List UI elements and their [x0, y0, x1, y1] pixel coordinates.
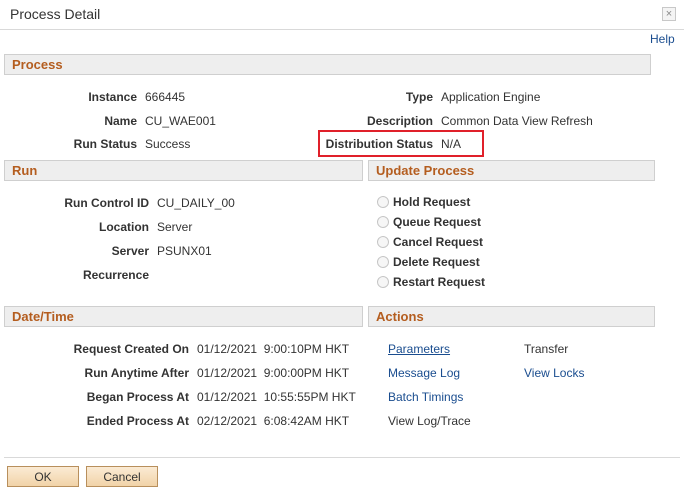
cancel-request-radio[interactable]: Cancel Request — [377, 235, 483, 249]
restart-request-label: Restart Request — [393, 275, 486, 289]
began-process-value: 01/12/2021 10:55:55PM HKT — [197, 390, 356, 404]
distribution-status-value: N/A — [441, 137, 462, 151]
instance-value: 666445 — [145, 90, 186, 104]
actions-section-header: Actions — [368, 306, 655, 327]
location-label: Location — [99, 220, 149, 234]
ended-process-value: 02/12/2021 6:08:42AM HKT — [197, 414, 350, 428]
location-value: Server — [157, 220, 193, 234]
name-value: CU_WAE001 — [145, 114, 216, 128]
run-anytime-label: Run Anytime After — [84, 366, 189, 380]
radio-circle[interactable] — [377, 256, 389, 268]
type-label: Type — [405, 90, 433, 104]
radio-circle[interactable] — [377, 276, 389, 288]
run-control-value: CU_DAILY_00 — [157, 196, 235, 210]
update-process-section-header: Update Process — [368, 160, 655, 181]
description-value: Common Data View Refresh — [441, 114, 593, 128]
hold-request-radio[interactable]: Hold Request — [377, 195, 470, 209]
help-link[interactable]: Help — [650, 32, 675, 46]
queue-request-label: Queue Request — [393, 215, 482, 229]
queue-request-radio[interactable]: Queue Request — [377, 215, 481, 229]
radio-circle[interactable] — [377, 216, 389, 228]
description-label: Description — [366, 114, 433, 128]
close-icon[interactable]: × — [662, 7, 676, 21]
name-label: Name — [104, 114, 137, 128]
datetime-section-header: Date/Time — [4, 306, 363, 327]
request-created-label: Request Created On — [73, 342, 189, 356]
radio-circle[interactable] — [377, 196, 389, 208]
request-created-value: 01/12/2021 9:00:10PM HKT — [197, 342, 350, 356]
cancel-request-label: Cancel Request — [393, 235, 484, 249]
server-label: Server — [111, 244, 149, 258]
recurrence-label: Recurrence — [82, 268, 149, 282]
restart-request-radio[interactable]: Restart Request — [377, 275, 485, 289]
view-locks-link[interactable]: View Locks — [524, 366, 584, 380]
delete-request-label: Delete Request — [393, 255, 480, 269]
delete-request-radio[interactable]: Delete Request — [377, 255, 480, 269]
run-status-value: Success — [145, 137, 191, 151]
distribution-status-label: Distribution Status — [325, 137, 433, 151]
ended-process-label: Ended Process At — [86, 414, 189, 428]
batch-timings-link[interactable]: Batch Timings — [388, 390, 463, 404]
run-status-label: Run Status — [73, 137, 137, 151]
run-anytime-value: 01/12/2021 9:00:00PM HKT — [197, 366, 350, 380]
type-value: Application Engine — [441, 90, 541, 104]
ok-button[interactable]: OK — [7, 466, 79, 487]
window-title: Process Detail — [10, 6, 101, 22]
process-section-header: Process — [4, 54, 651, 75]
began-process-label: Began Process At — [86, 390, 189, 404]
message-log-link[interactable]: Message Log — [388, 366, 460, 380]
run-section-header: Run — [4, 160, 363, 181]
run-control-label: Run Control ID — [64, 196, 149, 210]
parameters-link[interactable]: Parameters — [388, 342, 450, 356]
radio-circle[interactable] — [377, 236, 389, 248]
hold-request-label: Hold Request — [393, 195, 471, 209]
transfer-text: Transfer — [524, 342, 569, 356]
cancel-button[interactable]: Cancel — [86, 466, 158, 487]
bottom-divider — [4, 457, 680, 458]
server-value: PSUNX01 — [157, 244, 212, 258]
view-log-trace-text: View Log/Trace — [388, 414, 471, 428]
title-bar — [0, 0, 684, 30]
instance-label: Instance — [88, 90, 137, 104]
